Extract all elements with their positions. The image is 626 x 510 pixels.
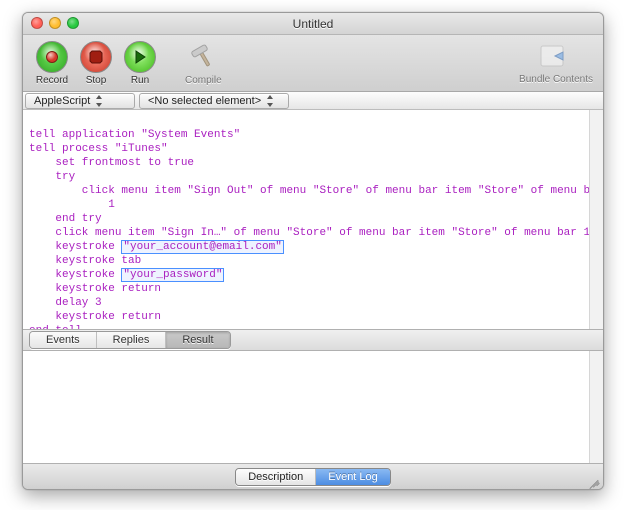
run-button[interactable]: Run — [121, 41, 159, 86]
result-scrollbar[interactable] — [589, 351, 603, 463]
titlebar[interactable]: Untitled — [23, 13, 603, 35]
record-icon — [36, 41, 68, 73]
tab-events[interactable]: Events — [30, 332, 97, 348]
language-popup[interactable]: AppleScript — [25, 93, 135, 109]
stop-label: Stop — [86, 75, 107, 86]
record-label: Record — [36, 75, 68, 86]
tab-result[interactable]: Result — [166, 332, 229, 348]
stop-icon — [80, 41, 112, 73]
minimize-icon[interactable] — [49, 17, 61, 29]
bundle-contents-button[interactable]: Bundle Contents — [519, 42, 593, 85]
element-value: <No selected element> — [148, 95, 261, 107]
popup-arrows-icon — [265, 95, 275, 107]
editor-scrollbar[interactable] — [589, 110, 603, 329]
tab-replies[interactable]: Replies — [97, 332, 167, 348]
record-button[interactable]: Record — [33, 41, 71, 86]
email-highlight: "your_account@email.com" — [121, 240, 283, 254]
zoom-icon[interactable] — [67, 17, 79, 29]
resize-handle-icon[interactable] — [588, 474, 600, 486]
password-highlight: "your_password" — [121, 268, 224, 282]
compile-button[interactable]: Compile — [185, 41, 222, 86]
tab-description[interactable]: Description — [236, 469, 316, 485]
navigation-bar: AppleScript <No selected element> — [23, 92, 603, 110]
stop-button[interactable]: Stop — [77, 41, 115, 86]
window-title: Untitled — [293, 17, 334, 31]
toolbar: Record Stop Run Compile — [23, 35, 603, 92]
bundle-icon — [539, 42, 573, 72]
result-pane[interactable] — [23, 351, 603, 463]
element-popup[interactable]: <No selected element> — [139, 93, 289, 109]
close-icon[interactable] — [31, 17, 43, 29]
compile-label: Compile — [185, 75, 222, 86]
result-tabs-bar: Events Replies Result — [23, 329, 603, 351]
language-value: AppleScript — [34, 95, 90, 107]
view-tabs: Description Event Log — [235, 468, 391, 486]
bottom-bar: Description Event Log — [23, 463, 603, 489]
traffic-lights — [31, 17, 79, 29]
run-icon — [124, 41, 156, 73]
run-label: Run — [131, 75, 149, 86]
result-tabs: Events Replies Result — [29, 331, 231, 349]
popup-arrows-icon — [94, 95, 104, 107]
script-editor[interactable]: tell application "System Events" tell pr… — [23, 110, 603, 329]
bundle-label: Bundle Contents — [519, 74, 593, 85]
tab-event-log[interactable]: Event Log — [316, 469, 390, 485]
hammer-icon — [187, 41, 219, 73]
script-editor-window: Untitled Record Stop Run — [22, 12, 604, 490]
